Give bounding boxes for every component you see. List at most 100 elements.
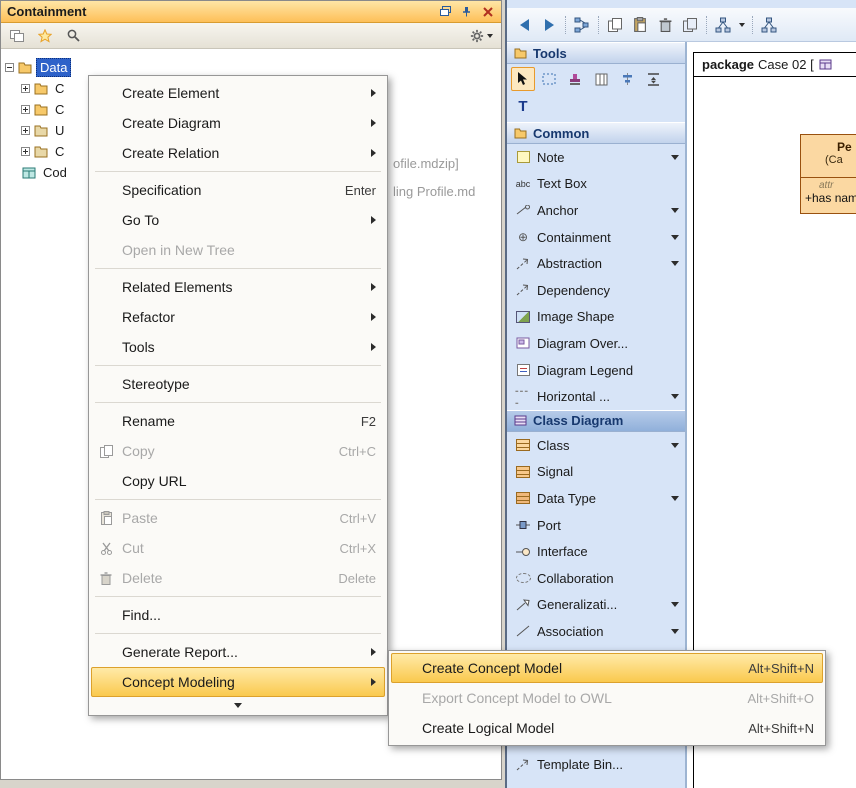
marquee-tool-button[interactable] <box>537 67 561 91</box>
palette-item-template-binding[interactable]: Template Bin... <box>507 751 685 778</box>
pin-icon[interactable] <box>459 4 474 19</box>
dropdown-arrow-icon[interactable] <box>671 496 679 501</box>
palette-item-abstraction[interactable]: Abstraction <box>507 250 685 277</box>
palette-item-port[interactable]: Port <box>507 512 685 539</box>
text-tool-button[interactable]: T <box>511 94 535 118</box>
layout-dropdown-arrow-icon[interactable] <box>739 23 745 27</box>
palette-item-interface[interactable]: Interface <box>507 538 685 565</box>
gear-icon[interactable] <box>469 28 485 44</box>
palette-item-class[interactable]: Class <box>507 432 685 459</box>
back-button[interactable] <box>515 16 533 34</box>
expand-plus-icon[interactable] <box>21 126 30 135</box>
palette-item-image-shape[interactable]: Image Shape <box>507 304 685 331</box>
collapse-expander-icon[interactable] <box>5 63 14 72</box>
menu-item-cut: Cut Ctrl+X <box>91 533 385 563</box>
menu-item-go-to[interactable]: Go To <box>91 205 385 235</box>
paste-button[interactable] <box>631 16 649 34</box>
context-menu: Create Element Create Diagram Create Rel… <box>88 75 388 716</box>
palette-item-diagram-overview[interactable]: Diagram Over... <box>507 330 685 357</box>
tree-item-label[interactable]: Data <box>36 58 71 77</box>
layout-tree-button[interactable] <box>760 16 778 34</box>
menu-item-generate-report[interactable]: Generate Report... <box>91 637 385 667</box>
expand-plus-icon[interactable] <box>21 147 30 156</box>
expand-plus-icon[interactable] <box>21 84 30 93</box>
favorites-star-icon[interactable] <box>37 28 53 44</box>
tree-item-label[interactable]: C <box>52 143 67 160</box>
expand-plus-icon[interactable] <box>21 105 30 114</box>
palette-section-tools[interactable]: Tools <box>507 42 685 64</box>
menu-item-copy-url[interactable]: Copy URL <box>91 466 385 496</box>
palette-item-horizontal-separator[interactable]: ---- Horizontal ... <box>507 383 685 410</box>
menu-scroll-down[interactable] <box>91 697 385 713</box>
search-icon[interactable] <box>65 28 81 44</box>
menu-item-concept-modeling[interactable]: Concept Modeling <box>91 667 385 697</box>
menu-item-label: Find... <box>122 607 376 623</box>
menu-item-find[interactable]: Find... <box>91 600 385 630</box>
dropdown-arrow-icon[interactable] <box>671 602 679 607</box>
palette-item-containment[interactable]: ⊕ Containment <box>507 224 685 251</box>
palette-item-association[interactable]: Association <box>507 618 685 645</box>
gear-dropdown-arrow-icon[interactable] <box>487 34 493 38</box>
palette-item-diagram-legend[interactable]: Diagram Legend <box>507 357 685 384</box>
stamp-tool-button[interactable] <box>563 67 587 91</box>
palette-section-title: Tools <box>533 46 567 61</box>
menu-item-label: Delete <box>122 570 332 586</box>
copy-button[interactable] <box>606 16 624 34</box>
compress-tool-button[interactable] <box>641 67 665 91</box>
palette-item-data-type[interactable]: Data Type <box>507 485 685 512</box>
palette-item-dependency[interactable]: Dependency <box>507 277 685 304</box>
palette-item-text-box[interactable]: abc Text Box <box>507 171 685 198</box>
duplicate-button[interactable] <box>681 16 699 34</box>
dropdown-arrow-icon[interactable] <box>671 155 679 160</box>
menu-item-stereotype[interactable]: Stereotype <box>91 369 385 399</box>
swimlane-tool-button[interactable] <box>589 67 613 91</box>
dropdown-arrow-icon[interactable] <box>671 443 679 448</box>
collapse-all-icon[interactable] <box>9 28 25 44</box>
tree-item-label[interactable]: C <box>52 80 67 97</box>
close-icon[interactable] <box>480 4 495 19</box>
generalization-icon <box>515 597 531 613</box>
menu-item-specification[interactable]: Specification Enter <box>91 175 385 205</box>
dropdown-arrow-icon[interactable] <box>671 629 679 634</box>
palette-item-signal[interactable]: Signal <box>507 459 685 486</box>
dropdown-arrow-icon[interactable] <box>671 261 679 266</box>
menu-item-create-element[interactable]: Create Element <box>91 78 385 108</box>
menu-item-related-elements[interactable]: Related Elements <box>91 272 385 302</box>
palette-item-collaboration[interactable]: Collaboration <box>507 565 685 592</box>
data-type-icon <box>515 490 531 506</box>
menu-item-rename[interactable]: Rename F2 <box>91 406 385 436</box>
layout-button[interactable] <box>714 16 732 34</box>
selection-tool-button[interactable] <box>511 67 535 91</box>
submenu-item-create-concept-model[interactable]: Create Concept Model Alt+Shift+N <box>391 653 823 683</box>
palette-item-label: Image Shape <box>537 309 679 324</box>
palette-section-common[interactable]: Common <box>507 122 685 144</box>
palette-item-generalization[interactable]: Generalizati... <box>507 592 685 619</box>
menu-item-label: Refactor <box>122 309 365 325</box>
palette-item-anchor[interactable]: Anchor <box>507 197 685 224</box>
dropdown-arrow-icon[interactable] <box>671 208 679 213</box>
tree-item-label[interactable]: C <box>52 101 67 118</box>
menu-item-refactor[interactable]: Refactor <box>91 302 385 332</box>
menu-item-label: Stereotype <box>122 376 376 392</box>
menu-item-label: Related Elements <box>122 279 365 295</box>
menu-item-tools[interactable]: Tools <box>91 332 385 362</box>
menu-item-shortcut: Enter <box>345 183 376 198</box>
delete-button[interactable] <box>656 16 674 34</box>
palette-item-label: Collaboration <box>537 571 679 586</box>
align-tool-button[interactable] <box>615 67 639 91</box>
containment-tree-button[interactable] <box>573 16 591 34</box>
tree-item-label[interactable]: Cod <box>40 164 70 181</box>
dropdown-arrow-icon[interactable] <box>671 394 679 399</box>
submenu-item-create-logical-model[interactable]: Create Logical Model Alt+Shift+N <box>391 713 823 743</box>
palette-section-class-diagram[interactable]: Class Diagram <box>507 410 685 432</box>
forward-button[interactable] <box>540 16 558 34</box>
palette-item-note[interactable]: Note <box>507 144 685 171</box>
dropdown-arrow-icon[interactable] <box>671 235 679 240</box>
tree-item-label[interactable]: U <box>52 122 67 139</box>
float-window-icon[interactable] <box>438 4 453 19</box>
menu-item-create-relation[interactable]: Create Relation <box>91 138 385 168</box>
palette-item-label: Template Bin... <box>537 757 679 772</box>
menu-item-create-diagram[interactable]: Create Diagram <box>91 108 385 138</box>
menu-item-open-in-new-tree: Open in New Tree <box>91 235 385 265</box>
class-element[interactable]: Pe (Ca attr +has name <box>800 134 856 214</box>
